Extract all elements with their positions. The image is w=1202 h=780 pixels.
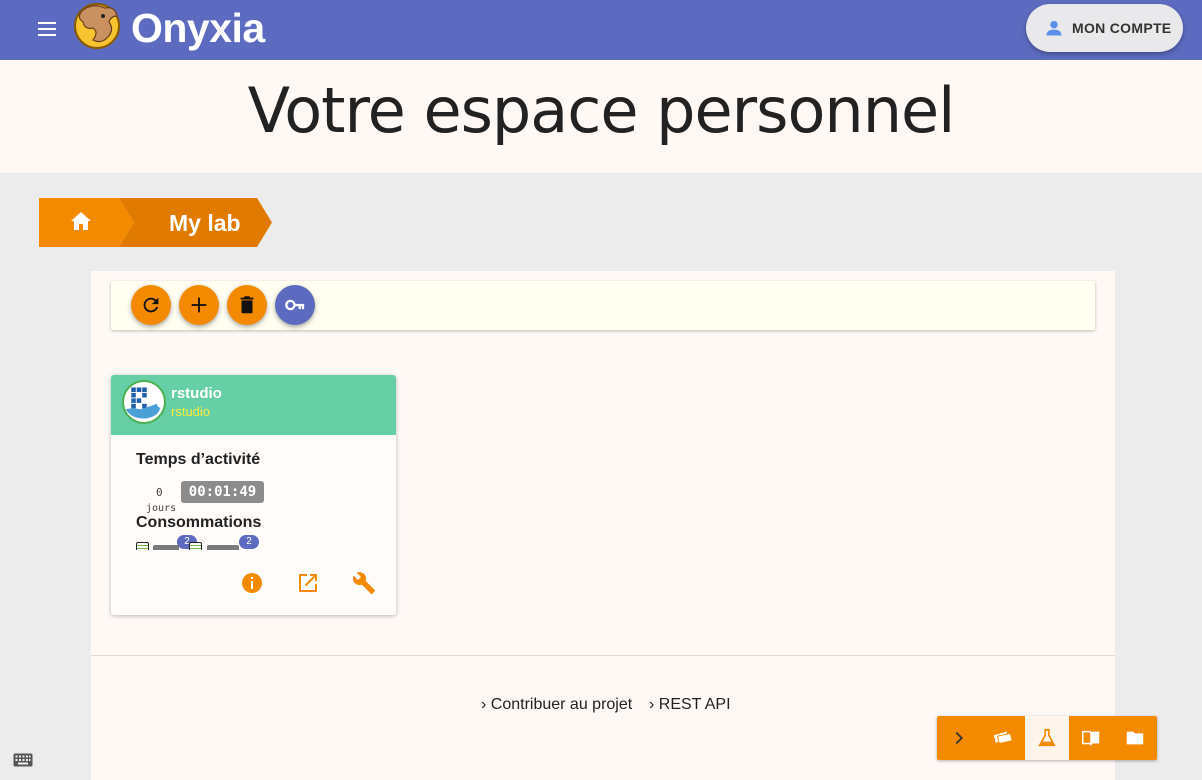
brand-name: Onyxia — [131, 5, 265, 51]
info-icon[interactable] — [240, 571, 264, 595]
bottom-navigation — [937, 716, 1157, 760]
nav-trainings[interactable] — [1069, 716, 1113, 760]
wrench-icon[interactable] — [352, 571, 376, 595]
key-button[interactable] — [275, 285, 315, 325]
nav-catalog[interactable] — [981, 716, 1025, 760]
refresh-button[interactable] — [131, 285, 171, 325]
app-bar: Onyxia MON COMPTE — [0, 0, 1202, 60]
uptime-days-label: jours — [146, 503, 177, 514]
uptime-label: Temps d’activité — [136, 451, 261, 468]
service-subtitle: rstudio — [171, 404, 211, 419]
delete-button[interactable] — [227, 285, 267, 325]
home-icon[interactable] — [70, 211, 92, 231]
refresh-icon — [143, 297, 159, 313]
service-card-actions — [111, 550, 396, 615]
main-panel: rstudio rstudio Temps d’activité 0 jours… — [91, 271, 1115, 780]
uptime-timer: 00:01:49 — [181, 481, 264, 503]
flask-icon — [1038, 728, 1056, 747]
uptime-days-value: 0 — [156, 486, 163, 499]
delete-icon — [240, 296, 254, 314]
page-title: Votre espace personnel — [247, 74, 956, 147]
person-icon — [1046, 20, 1062, 36]
nav-expand[interactable] — [937, 716, 981, 760]
mem-count-badge: 2 — [239, 535, 259, 549]
nav-files[interactable] — [1113, 716, 1157, 760]
cards-icon — [993, 731, 1013, 745]
account-button-label: MON COMPTE — [1072, 20, 1172, 36]
toolbar — [111, 281, 1095, 330]
menu-icon[interactable] — [36, 18, 58, 40]
open-external-icon[interactable] — [296, 571, 320, 595]
contribute-link[interactable]: › Contribuer au projet — [481, 696, 632, 714]
service-title: rstudio — [171, 385, 222, 402]
nav-mylab[interactable] — [1025, 716, 1069, 760]
chevron-right-icon — [955, 731, 964, 745]
onyxia-logo[interactable] — [71, 2, 123, 50]
rest-api-link[interactable]: › REST API — [649, 696, 731, 714]
footer-divider — [91, 655, 1115, 656]
key-icon — [285, 299, 305, 311]
keyboard-icon[interactable] — [13, 753, 33, 767]
rstudio-avatar — [122, 380, 166, 424]
service-card: rstudio rstudio Temps d’activité 0 jours… — [111, 375, 396, 615]
add-button[interactable] — [179, 285, 219, 325]
account-button[interactable]: MON COMPTE — [1026, 4, 1183, 52]
service-card-header: rstudio rstudio — [111, 375, 396, 435]
consumption-label: Consommations — [136, 514, 262, 531]
title-band: Votre espace personnel — [0, 60, 1202, 173]
breadcrumb-label: My lab — [169, 210, 241, 236]
folder-icon — [1126, 731, 1144, 745]
add-icon — [191, 297, 207, 313]
docker-whale-icon — [125, 387, 161, 419]
book-icon — [1082, 730, 1100, 746]
